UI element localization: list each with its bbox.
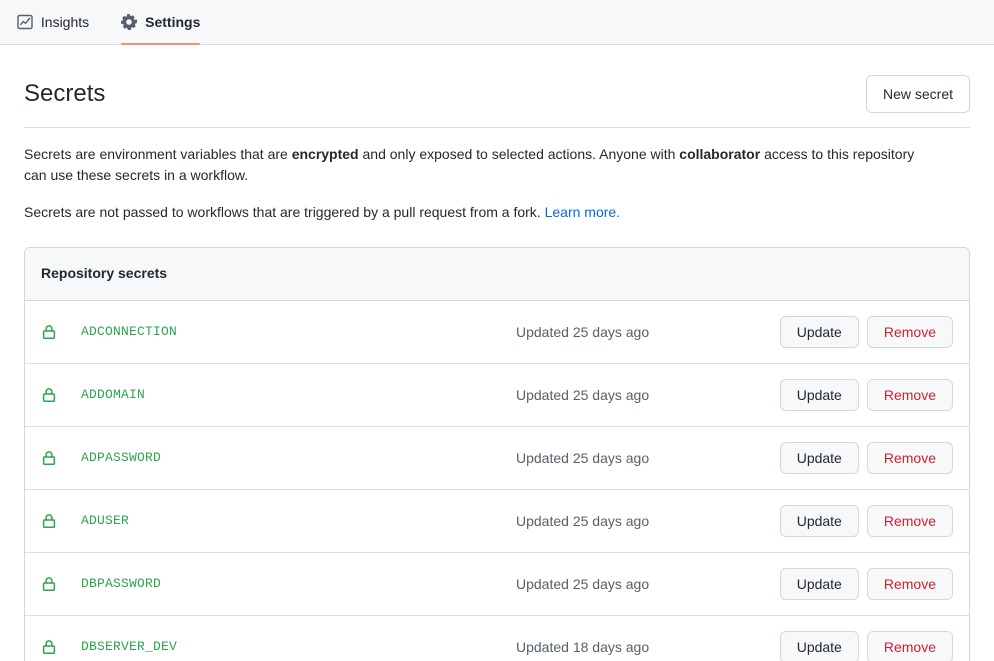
- desc-bold-collaborator: collaborator: [679, 146, 761, 162]
- update-secret-button[interactable]: Update: [779, 630, 859, 661]
- desc-text-2: and only exposed to selected actions. An…: [358, 146, 680, 162]
- secret-row-actions: Update Remove: [779, 567, 953, 600]
- lock-icon: [41, 387, 57, 403]
- update-secret-button[interactable]: Update: [779, 441, 859, 474]
- repository-secrets-header: Repository secrets: [25, 248, 969, 301]
- table-row: DBPASSWORD Updated 25 days ago Update Re…: [25, 553, 969, 616]
- secret-updated-time: Updated 25 days ago: [516, 323, 650, 340]
- update-secret-button[interactable]: Update: [779, 378, 859, 411]
- secrets-description-2: Secrets are not passed to workflows that…: [24, 202, 924, 223]
- learn-more-link[interactable]: Learn more.: [545, 204, 620, 220]
- new-secret-button[interactable]: New secret: [865, 75, 970, 113]
- settings-secrets-page: Secrets New secret Secrets are environme…: [0, 45, 994, 661]
- secrets-description-1: Secrets are environment variables that a…: [24, 144, 924, 186]
- gear-icon: [121, 14, 138, 30]
- page-title: Secrets: [24, 80, 106, 107]
- desc-bold-encrypted: encrypted: [291, 146, 359, 162]
- secret-name[interactable]: DBSERVER_DEV: [81, 639, 516, 654]
- repository-secrets-box: Repository secrets ADCONNECTION Updated …: [24, 247, 970, 661]
- lock-icon: [41, 450, 57, 466]
- remove-secret-button[interactable]: Remove: [866, 315, 953, 348]
- graph-icon: [17, 14, 33, 30]
- secret-updated-time: Updated 25 days ago: [516, 512, 650, 529]
- table-row: ADDOMAIN Updated 25 days ago Update Remo…: [25, 364, 969, 427]
- nav-tab-label: Settings: [145, 14, 201, 30]
- secret-row-actions: Update Remove: [779, 630, 953, 661]
- remove-secret-button[interactable]: Remove: [866, 378, 953, 411]
- secret-name[interactable]: DBPASSWORD: [81, 576, 516, 591]
- secret-row-actions: Update Remove: [779, 504, 953, 537]
- lock-icon: [41, 324, 57, 340]
- secret-name[interactable]: ADUSER: [81, 513, 516, 528]
- page-header: Secrets New secret: [24, 45, 970, 128]
- secret-row-actions: Update Remove: [779, 378, 953, 411]
- table-row: ADCONNECTION Updated 25 days ago Update …: [25, 301, 969, 364]
- secret-updated-time: Updated 25 days ago: [516, 386, 650, 403]
- nav-tab-label: Insights: [40, 14, 90, 30]
- update-secret-button[interactable]: Update: [779, 504, 859, 537]
- update-secret-button[interactable]: Update: [779, 567, 859, 600]
- remove-secret-button[interactable]: Remove: [866, 504, 953, 537]
- update-secret-button[interactable]: Update: [779, 315, 859, 348]
- secret-row-actions: Update Remove: [779, 441, 953, 474]
- secret-row-actions: Update Remove: [779, 315, 953, 348]
- nav-tab-settings[interactable]: Settings: [105, 0, 216, 45]
- lock-icon: [41, 513, 57, 529]
- secret-updated-time: Updated 25 days ago: [516, 575, 650, 592]
- table-row: DBSERVER_DEV Updated 18 days ago Update …: [25, 616, 969, 661]
- table-row: ADUSER Updated 25 days ago Update Remove: [25, 490, 969, 553]
- remove-secret-button[interactable]: Remove: [866, 567, 953, 600]
- remove-secret-button[interactable]: Remove: [866, 630, 953, 661]
- secret-name[interactable]: ADPASSWORD: [81, 450, 516, 465]
- secret-updated-time: Updated 25 days ago: [516, 449, 650, 466]
- table-row: ADPASSWORD Updated 25 days ago Update Re…: [25, 427, 969, 490]
- secret-name[interactable]: ADCONNECTION: [81, 324, 516, 339]
- lock-icon: [41, 576, 57, 592]
- desc-text-4: Secrets are not passed to workflows that…: [24, 204, 545, 220]
- remove-secret-button[interactable]: Remove: [866, 441, 953, 474]
- repo-nav: ty Insights Settings: [0, 0, 994, 45]
- secret-updated-time: Updated 18 days ago: [516, 638, 650, 655]
- nav-tab-insights[interactable]: Insights: [1, 0, 105, 44]
- secret-name[interactable]: ADDOMAIN: [81, 387, 516, 402]
- lock-icon: [41, 639, 57, 655]
- secrets-list: ADCONNECTION Updated 25 days ago Update …: [25, 301, 969, 661]
- desc-text-1: Secrets are environment variables that a…: [24, 146, 292, 162]
